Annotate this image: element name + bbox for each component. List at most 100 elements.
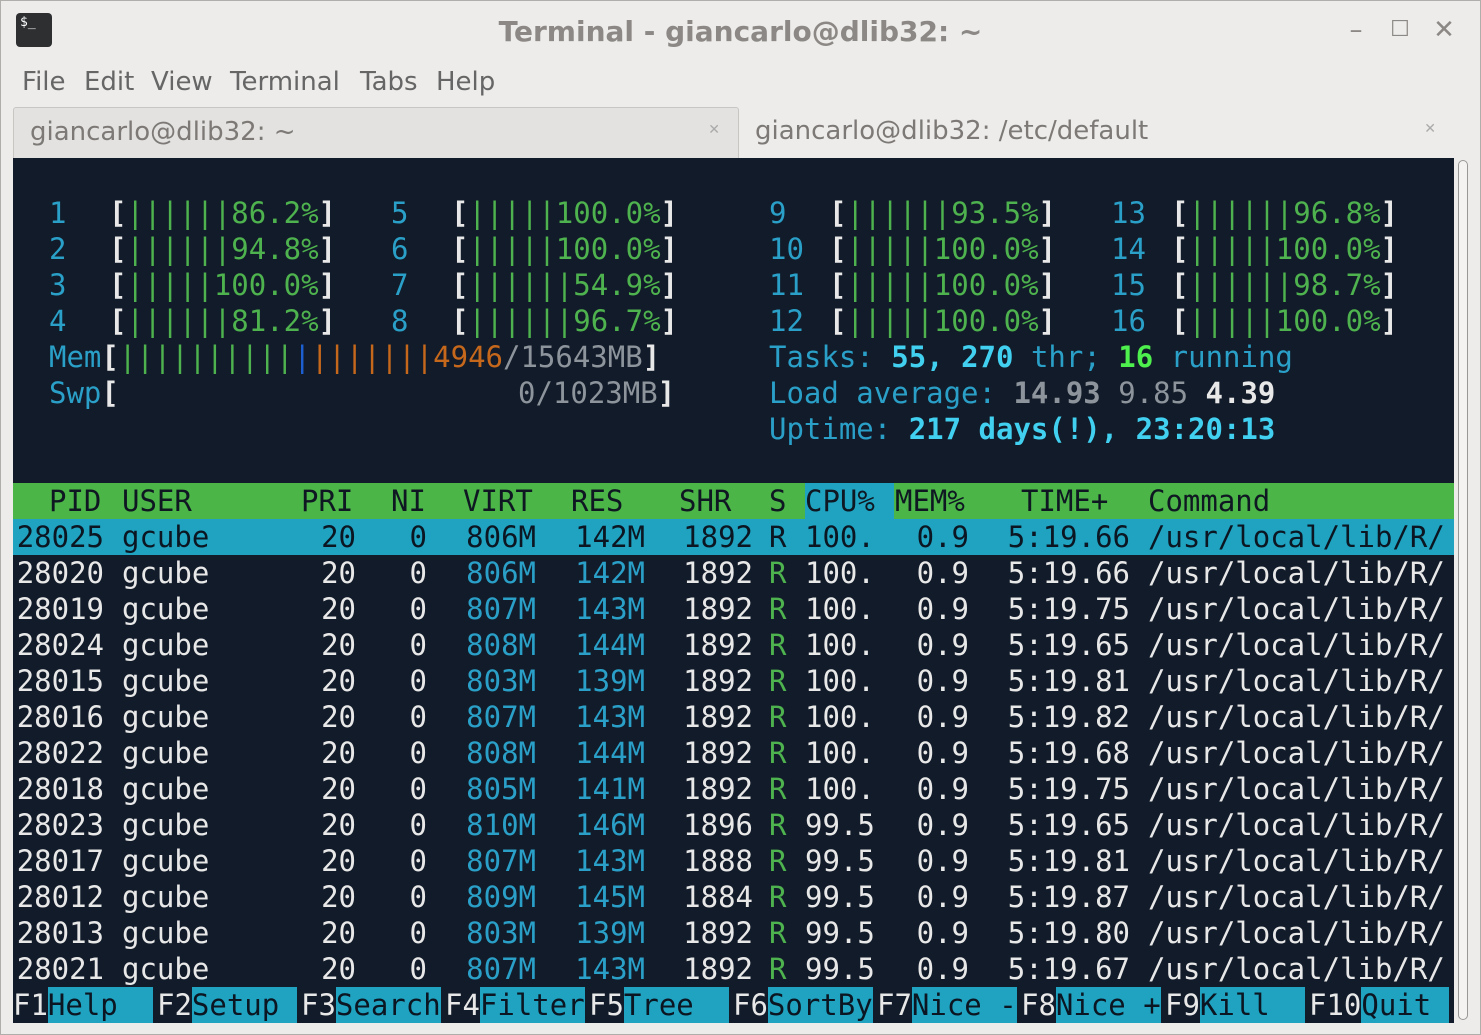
column-header-time[interactable]: TIME+ xyxy=(1021,483,1108,519)
function-key-label: Quit xyxy=(1361,987,1449,1023)
process-shr: 1892 xyxy=(683,592,753,626)
function-key-f6[interactable]: F6SortBy xyxy=(733,987,873,1023)
process-user: gcube xyxy=(122,916,210,950)
menu-tabs[interactable]: Tabs xyxy=(360,67,418,97)
maximize-icon[interactable]: ☐ xyxy=(1387,17,1413,43)
process-row[interactable]: 28012 gcube 20 0 809M 145M 1884 R 99.5 0.9 5:19.87… xyxy=(13,879,1454,915)
process-row[interactable]: 28019 gcube 20 0 807M 143M 1892 R 100. 0.9 5:19.75… xyxy=(13,591,1454,627)
process-row[interactable]: 28016 gcube 20 0 807M 143M 1892 R 100. 0.9 5:19.82… xyxy=(13,699,1454,735)
uptime-meter: Uptime: 217 days(!), 23:20:13 xyxy=(769,412,1276,446)
close-tab-icon[interactable]: ✕ xyxy=(708,122,720,138)
function-key-f10[interactable]: F10Quit xyxy=(1309,987,1449,1023)
process-pid: 28025 xyxy=(16,520,104,554)
process-shr: 1892 xyxy=(683,628,753,662)
process-pri: 20 xyxy=(321,520,356,554)
terminal-screen[interactable]: 1 [||||||86.2%] 2 [||||||94.8%] 3 [|||||100.0… xyxy=(13,158,1454,1023)
process-ni: 0 xyxy=(409,844,427,878)
process-shr: 1896 xyxy=(683,808,753,842)
process-cmd: /usr/local/lib/R/ xyxy=(1148,700,1445,734)
column-header-pri[interactable]: PRI xyxy=(301,483,353,519)
process-s: R xyxy=(769,556,787,590)
process-row[interactable]: 28015 gcube 20 0 803M 139M 1892 R 100. 0.9 5:19.81… xyxy=(13,663,1454,699)
function-key-label: Filter xyxy=(479,987,585,1023)
function-key-label: Kill xyxy=(1199,987,1305,1023)
process-time: 5:19.65 xyxy=(1007,628,1130,662)
cpu-id: 3 xyxy=(49,268,67,302)
tab-etc-default[interactable]: giancarlo@dlib32: /etc/default ✕ xyxy=(739,107,1454,158)
process-s: R xyxy=(769,664,787,698)
process-mem: 0.9 xyxy=(916,808,969,842)
terminal-scrollbar[interactable] xyxy=(1456,158,1470,1023)
function-key-label: Setup xyxy=(191,987,297,1023)
close-tab-icon[interactable]: ✕ xyxy=(1424,121,1436,137)
process-s: R xyxy=(769,916,787,950)
process-row[interactable]: 28024 gcube 20 0 808M 144M 1892 R 100. 0.9 5:19.65… xyxy=(13,627,1454,663)
process-row[interactable]: 28020 gcube 20 0 806M 142M 1892 R 100. 0.9 5:19.66… xyxy=(13,555,1454,591)
process-shr: 1892 xyxy=(683,700,753,734)
process-time: 5:19.81 xyxy=(1007,844,1130,878)
process-row[interactable]: 28018 gcube 20 0 805M 141M 1892 R 100. 0.9 5:19.75… xyxy=(13,771,1454,807)
column-header-ni[interactable]: NI xyxy=(391,483,426,519)
function-key-f7[interactable]: F7Nice - xyxy=(877,987,1017,1023)
process-user: gcube xyxy=(122,628,210,662)
process-virt: 807M xyxy=(466,844,536,878)
menu-view[interactable]: View xyxy=(151,67,213,97)
function-key-f9[interactable]: F9Kill xyxy=(1165,987,1305,1023)
cpu-id: 10 xyxy=(769,232,804,266)
process-row[interactable]: 28025 gcube 20 0 806M 142M 1892 R 100. 0.9 5:19.66… xyxy=(13,519,1454,555)
column-header-user[interactable]: USER xyxy=(122,483,192,519)
column-header-virt[interactable]: VIRT xyxy=(463,483,533,519)
cpu-bar: |||||| xyxy=(126,232,232,266)
cpu-meter: 1 [||||||86.2%] xyxy=(49,196,337,230)
process-pri: 20 xyxy=(321,664,356,698)
process-row[interactable]: 28017 gcube 20 0 807M 143M 1888 R 99.5 0.9 5:19.81… xyxy=(13,843,1454,879)
process-row[interactable]: 28021 gcube 20 0 807M 143M 1892 R 99.5 0.9 5:19.67… xyxy=(13,951,1454,987)
function-key-f5[interactable]: F5Tree xyxy=(589,987,729,1023)
function-key-label: Nice + xyxy=(1055,987,1161,1023)
function-key-f8[interactable]: F8Nice + xyxy=(1021,987,1161,1023)
process-s: R xyxy=(769,808,787,842)
column-header-shr[interactable]: SHR xyxy=(679,483,731,519)
function-key-f3[interactable]: F3Search xyxy=(301,987,441,1023)
scrollbar-thumb[interactable] xyxy=(1458,160,1468,1020)
title-bar[interactable]: $_ Terminal - giancarlo@dlib32: ~ – ☐ ✕ xyxy=(1,1,1480,63)
process-cpu: 99.5 xyxy=(805,880,875,914)
function-key-f1[interactable]: F1Help xyxy=(13,987,153,1023)
tab-home[interactable]: giancarlo@dlib32: ~ ✕ xyxy=(13,107,739,158)
column-header-res[interactable]: RES xyxy=(571,483,623,519)
menu-terminal[interactable]: Terminal xyxy=(230,67,340,97)
process-table-header[interactable]: PID USER PRI NI VIRT RES SHR S CPU% MEM% TIME+ Comm… xyxy=(13,483,1454,519)
column-header-command[interactable]: Command xyxy=(1148,483,1270,519)
process-cpu: 99.5 xyxy=(805,952,875,986)
cpu-meter: 7 [||||||54.9%] xyxy=(391,268,679,302)
cpu-bar: ||||| xyxy=(468,232,556,266)
function-key-f2[interactable]: F2Setup xyxy=(157,987,297,1023)
cpu-id: 9 xyxy=(769,196,787,230)
column-header-mem[interactable]: MEM% xyxy=(895,483,965,519)
close-icon[interactable]: ✕ xyxy=(1431,17,1457,43)
process-ni: 0 xyxy=(409,628,427,662)
column-header-s[interactable]: S xyxy=(769,483,786,519)
cpu-bar: |||||| xyxy=(468,268,574,302)
cpu-meter: 5 [|||||100.0%] xyxy=(391,196,679,230)
cpu-percent: 100.0% xyxy=(555,196,661,230)
cpu-percent: 100.0% xyxy=(213,268,319,302)
minimize-icon[interactable]: – xyxy=(1343,17,1369,43)
process-ni: 0 xyxy=(409,808,427,842)
cpu-bar: |||||| xyxy=(1188,268,1294,302)
menu-help[interactable]: Help xyxy=(436,67,495,97)
process-user: gcube xyxy=(122,844,210,878)
column-header-cpu[interactable]: CPU% xyxy=(805,483,875,519)
menu-file[interactable]: File xyxy=(22,67,66,97)
function-key-f4[interactable]: F4Filter xyxy=(445,987,585,1023)
process-ni: 0 xyxy=(409,520,427,554)
process-shr: 1884 xyxy=(683,880,753,914)
menu-edit[interactable]: Edit xyxy=(84,67,134,97)
process-row[interactable]: 28022 gcube 20 0 808M 144M 1892 R 100. 0.9 5:19.68… xyxy=(13,735,1454,771)
cpu-meter: 4 [||||||81.2%] xyxy=(49,304,337,338)
process-row[interactable]: 28013 gcube 20 0 803M 139M 1892 R 99.5 0.9 5:19.80… xyxy=(13,915,1454,951)
function-key-number: F4 xyxy=(445,988,480,1022)
column-header-pid[interactable]: PID xyxy=(49,483,101,519)
process-row[interactable]: 28023 gcube 20 0 810M 146M 1896 R 99.5 0.9 5:19.65… xyxy=(13,807,1454,843)
process-user: gcube xyxy=(122,556,210,590)
